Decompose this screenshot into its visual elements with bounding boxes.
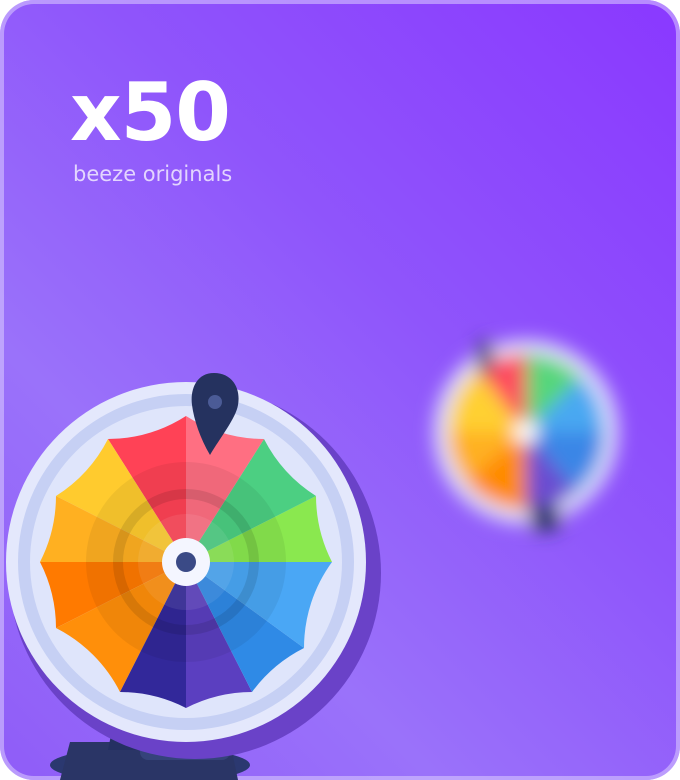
promo-card[interactable]: x50 beeze originals [0, 0, 680, 780]
spin-wheel-blurred-icon [434, 340, 618, 531]
promo-illustration [6, 340, 618, 780]
spin-wheel-icon [6, 382, 381, 759]
